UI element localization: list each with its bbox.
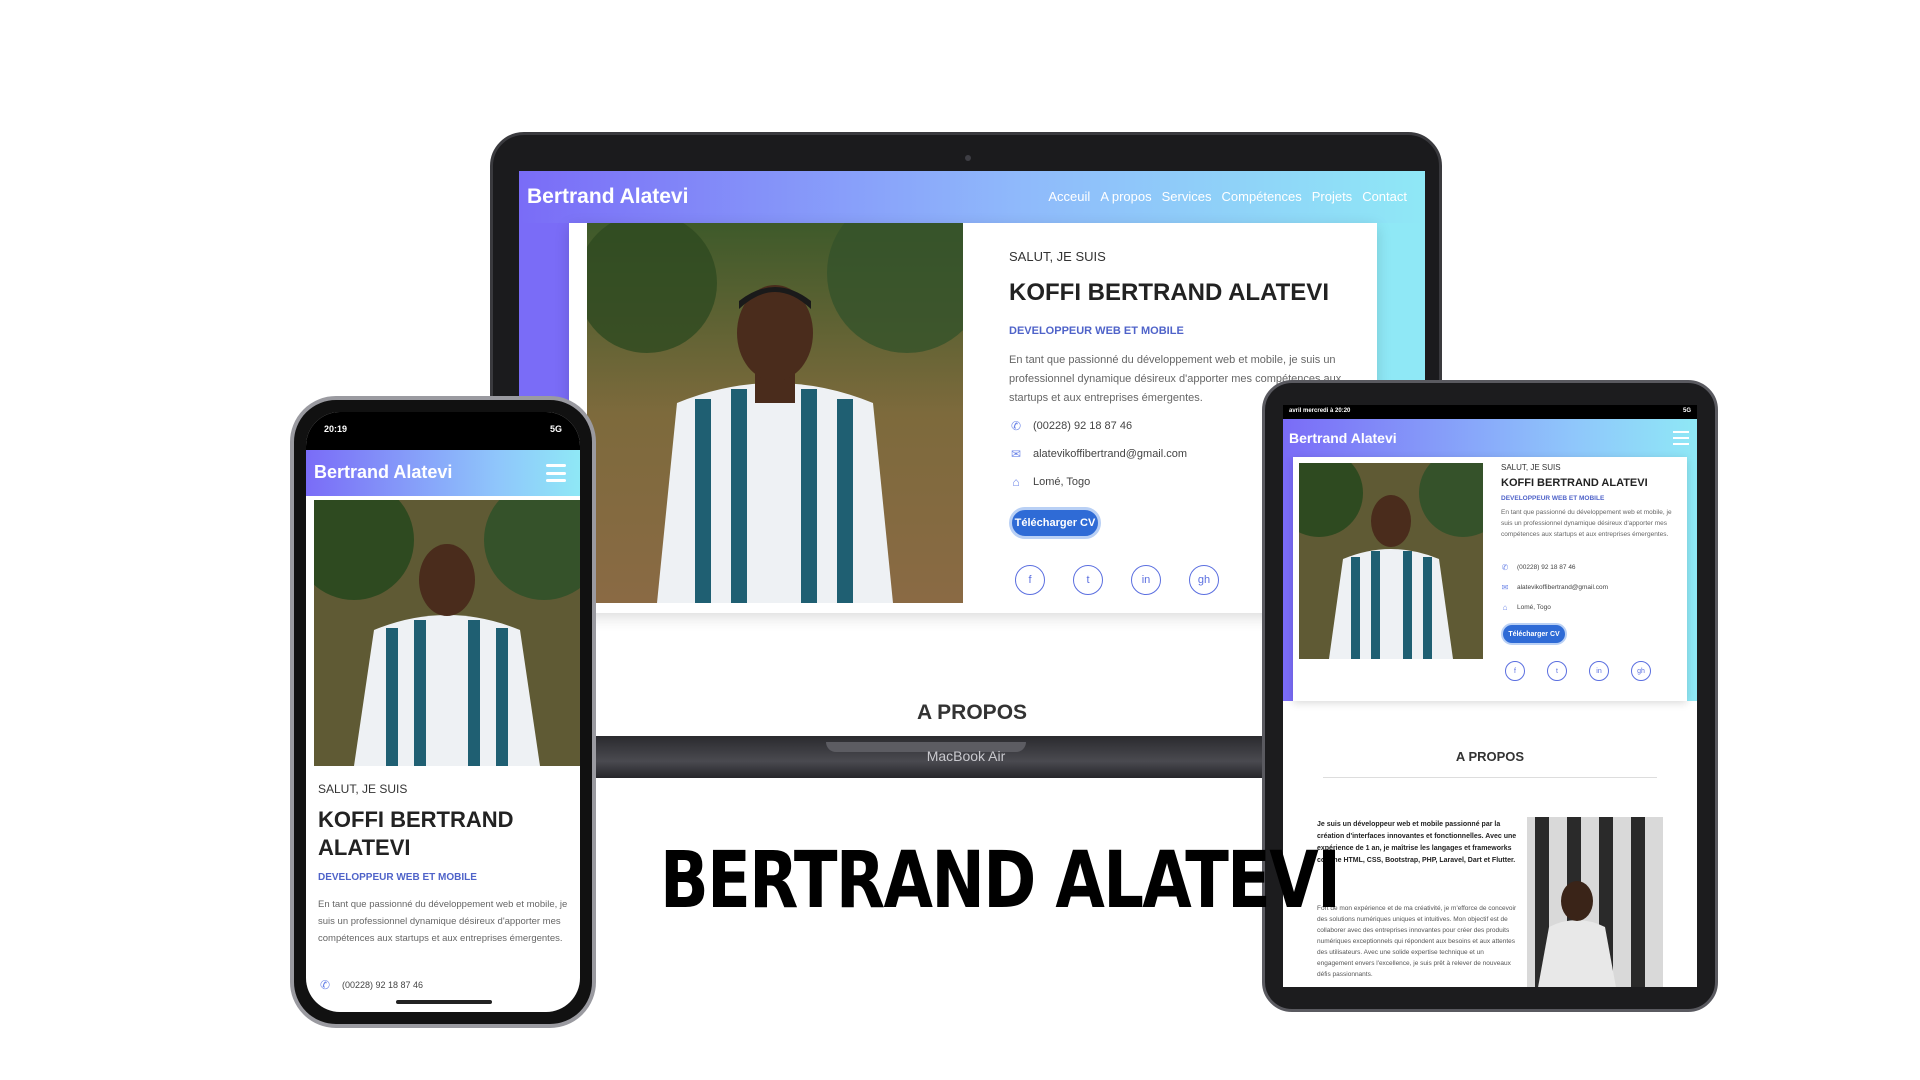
phone-icon: ✆ — [1010, 419, 1022, 433]
laptop-camera — [965, 155, 971, 161]
tablet-navbar: Bertrand Alatevi — [1283, 419, 1697, 457]
navbar: Bertrand Alatevi Acceuil A propos Servic… — [519, 171, 1425, 223]
tablet-hero-greeting: SALUT, JE SUIS — [1501, 463, 1561, 472]
phone-hero-name-line2: ALATEVI — [318, 835, 411, 860]
hero-card: SALUT, JE SUIS KOFFI BERTRAND ALATEVI DE… — [569, 223, 1377, 613]
tablet-status-bar: avril mercredi à 20:20 5G — [1283, 405, 1697, 419]
contact-location: ⌂ Lomé, Togo — [1009, 475, 1090, 489]
nav-item-contact[interactable]: Contact — [1362, 189, 1407, 204]
phone-icon: ✆ — [319, 978, 331, 992]
nav-item-a-propos[interactable]: A propos — [1100, 189, 1151, 204]
linkedin-icon[interactable]: in — [1589, 661, 1609, 681]
social-links: f t in gh — [1015, 565, 1219, 595]
phone-hero-name: KOFFI BERTRAND ALATEVI — [318, 806, 568, 862]
email-text[interactable]: alatevikoffibertrand@gmail.com — [1033, 448, 1187, 460]
headline-title: BERTRAND ALATEVI — [660, 836, 1341, 926]
facebook-icon[interactable]: f — [1015, 565, 1045, 595]
tablet-screen: avril mercredi à 20:20 5G Bertrand Alate… — [1283, 405, 1697, 987]
phone-icon: ✆ — [1501, 563, 1509, 572]
phone-site-logo[interactable]: Bertrand Alatevi — [314, 462, 452, 483]
github-icon[interactable]: gh — [1189, 565, 1219, 595]
tablet-contact-location: ⌂ Lomé, Togo — [1501, 603, 1551, 612]
phone-text: (00228) 92 18 87 46 — [342, 980, 424, 990]
phone-hero-description: En tant que passionné du développement w… — [318, 899, 568, 944]
facebook-icon[interactable]: f — [1505, 661, 1525, 681]
tablet-hero-bg-right — [1687, 457, 1697, 701]
tablet-social-links: f t in gh — [1505, 661, 1651, 681]
phone-navbar: Bertrand Alatevi — [306, 450, 580, 496]
tablet-signal: 5G — [1682, 408, 1691, 414]
phone-contact-phone: ✆ (00228) 92 18 87 46 — [318, 978, 423, 992]
phone-profile-photo — [314, 500, 580, 766]
home-icon: ⌂ — [1502, 603, 1508, 612]
tablet-date: avril mercredi à 20:20 — [1289, 408, 1351, 414]
nav-item-services[interactable]: Services — [1162, 189, 1212, 204]
tablet-download-cv-button[interactable]: Télécharger CV — [1501, 623, 1567, 645]
hero-role: DEVELOPPEUR WEB ET MOBILE — [1009, 325, 1184, 337]
phone-time: 20:19 — [324, 424, 348, 434]
tablet-about-body: Fort de mon expérience et de ma créativi… — [1317, 905, 1517, 978]
phone-text: (00228) 92 18 87 46 — [1517, 564, 1576, 571]
phone-mockup: 20:19 5G Bertrand Alatevi SALUT, JE SUIS… — [290, 396, 596, 1028]
github-icon[interactable]: gh — [1631, 661, 1651, 681]
phone-text: (00228) 92 18 87 46 — [1033, 420, 1133, 432]
site-logo[interactable]: Bertrand Alatevi — [527, 185, 688, 209]
tablet-about-photo — [1527, 817, 1663, 987]
nav-item-competences[interactable]: Compétences — [1222, 189, 1302, 204]
tablet-about-intro: Je suis un développeur web et mobile pas… — [1317, 821, 1517, 864]
tablet-hero-role: DEVELOPPEUR WEB ET MOBILE — [1501, 495, 1605, 502]
mail-icon: ✉ — [1501, 583, 1509, 592]
tablet-hero-description: En tant que passionné du développement w… — [1501, 509, 1672, 538]
phone-hero-greeting: SALUT, JE SUIS — [318, 782, 408, 796]
tablet-hero-bg-left — [1283, 457, 1293, 701]
nav-item-projets[interactable]: Projets — [1312, 189, 1352, 204]
location-text: Lomé, Togo — [1033, 476, 1091, 488]
location-text: Lomé, Togo — [1517, 604, 1551, 611]
phone-hero-name-line1: KOFFI BERTRAND — [318, 807, 514, 832]
nav-item-acceuil[interactable]: Acceuil — [1048, 189, 1090, 204]
tablet-about-title: A PROPOS — [1455, 749, 1525, 764]
home-icon: ⌂ — [1012, 475, 1020, 489]
hamburger-menu-icon[interactable] — [1673, 431, 1689, 445]
tablet-hero-card: SALUT, JE SUIS KOFFI BERTRAND ALATEVI DE… — [1293, 457, 1687, 701]
phone-home-indicator — [396, 1000, 492, 1004]
phone-status-bar: 20:19 5G — [306, 412, 580, 450]
twitter-icon[interactable]: t — [1073, 565, 1103, 595]
email-text[interactable]: alatevikoffibertrand@gmail.com — [1517, 584, 1608, 591]
hamburger-menu-icon[interactable] — [546, 464, 566, 482]
tablet-contact-email: ✉ alatevikoffibertrand@gmail.com — [1501, 583, 1608, 592]
phone-dynamic-island — [390, 412, 498, 440]
linkedin-icon[interactable]: in — [1131, 565, 1161, 595]
tablet-hero-name: KOFFI BERTRAND ALATEVI — [1501, 477, 1648, 489]
tablet-site-logo[interactable]: Bertrand Alatevi — [1289, 430, 1397, 446]
phone-screen: 20:19 5G Bertrand Alatevi SALUT, JE SUIS… — [306, 412, 580, 1012]
twitter-icon[interactable]: t — [1547, 661, 1567, 681]
contact-phone: ✆ (00228) 92 18 87 46 — [1009, 419, 1132, 433]
tablet-profile-photo — [1299, 463, 1483, 659]
hero-greeting: SALUT, JE SUIS — [1009, 249, 1106, 264]
hero-name: KOFFI BERTRAND ALATEVI — [1009, 279, 1329, 306]
phone-hero-role: DEVELOPPEUR WEB ET MOBILE — [318, 872, 477, 883]
mail-icon: ✉ — [1010, 447, 1022, 461]
nav-menu: Acceuil A propos Services Compétences Pr… — [1048, 189, 1407, 204]
tablet-about-divider — [1323, 777, 1657, 778]
contact-email: ✉ alatevikoffibertrand@gmail.com — [1009, 447, 1187, 461]
tablet-contact-phone: ✆ (00228) 92 18 87 46 — [1501, 563, 1576, 572]
profile-photo — [587, 223, 963, 603]
download-cv-button[interactable]: Télécharger CV — [1009, 507, 1101, 539]
phone-signal: 5G — [549, 424, 562, 434]
